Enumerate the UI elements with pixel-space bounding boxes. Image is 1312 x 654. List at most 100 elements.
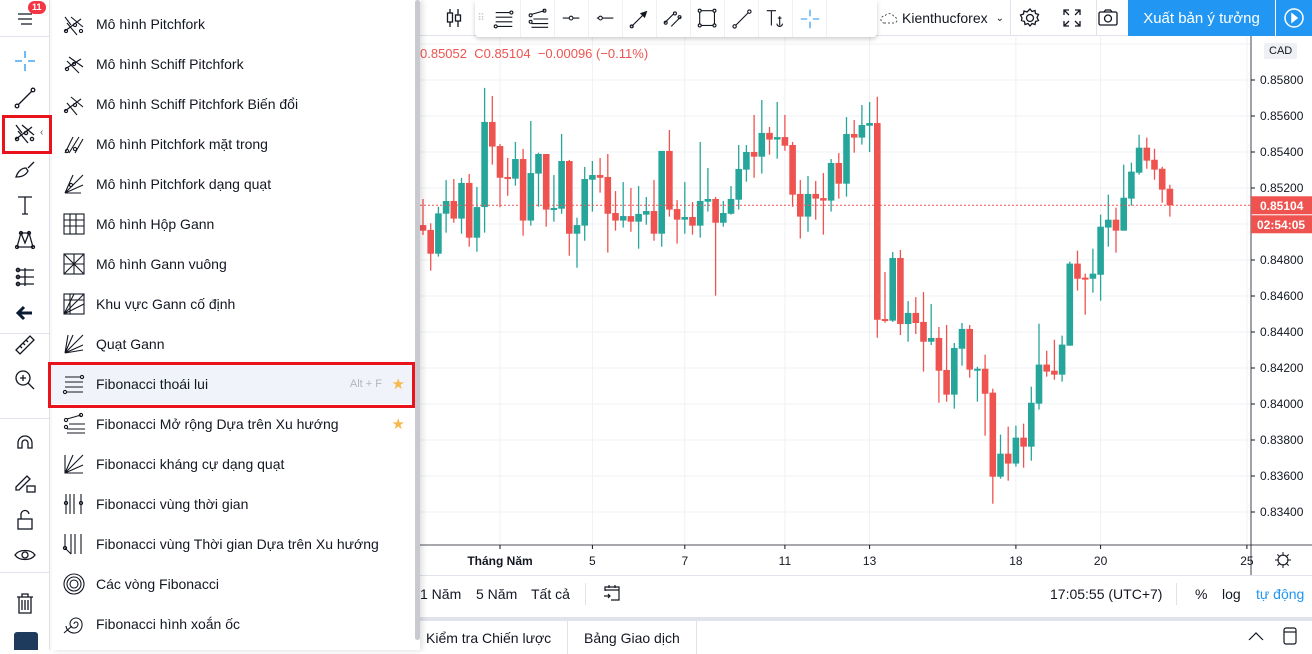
fib-extension-button[interactable] — [521, 0, 555, 37]
candle-body — [1043, 364, 1050, 372]
menu-item[interactable]: Fibonacci Mở rộng Dựa trên Xu hướng ★ — [52, 404, 414, 444]
candles-icon[interactable] — [442, 6, 466, 35]
pitchfan-icon — [64, 174, 84, 194]
crosshair-tool-button[interactable] — [9, 46, 41, 76]
candle-body — [727, 198, 735, 214]
bottom-bar: 1 Năm 5 Năm Tất cả 17:05:55 (UTC+7) % lo… — [420, 575, 1312, 611]
anchored-text-button[interactable] — [759, 0, 793, 37]
menu-item[interactable]: Mô hình Hộp Gann — [52, 204, 414, 244]
unlock-tool-button[interactable] — [9, 505, 41, 535]
candle-body — [812, 193, 819, 199]
range-all[interactable]: Tất cả — [531, 586, 570, 602]
text-tool-button[interactable] — [9, 190, 41, 220]
candle — [504, 157, 511, 196]
fullscreen-icon[interactable] — [1060, 6, 1084, 35]
range-1y[interactable]: 1 Năm — [420, 586, 461, 602]
symbol-selector[interactable]: Kienthucforex ⌄ — [880, 9, 1004, 27]
back-arrow-tool-button[interactable] — [9, 298, 41, 328]
candle — [712, 197, 719, 296]
crosshair-button[interactable] — [793, 0, 827, 37]
candle — [843, 117, 850, 197]
fib-spiral-icon — [61, 611, 87, 637]
log-toggle[interactable]: log — [1222, 586, 1241, 602]
maximize-panel-icon[interactable] — [1282, 626, 1298, 649]
arrow-button[interactable] — [623, 0, 657, 37]
candle-body — [1151, 159, 1158, 170]
currency-label[interactable]: CAD — [1264, 43, 1298, 59]
chevron-up-icon[interactable] — [1246, 629, 1266, 646]
menu-item[interactable]: Khu vực Gann cố định — [52, 284, 414, 324]
candle-body — [904, 312, 912, 325]
highlight-box — [48, 362, 415, 408]
chart-settings-gear-icon[interactable] — [1275, 552, 1291, 568]
parallel-channel-button[interactable] — [657, 0, 691, 37]
brush-tool-button[interactable] — [9, 155, 41, 185]
settings-gear-icon[interactable] — [1018, 6, 1042, 35]
eye-tool-button[interactable] — [9, 540, 41, 570]
menu-item[interactable]: Fibonacci hình xoắn ốc — [52, 604, 414, 644]
menu-scrollbar[interactable] — [415, 0, 420, 640]
candle — [958, 323, 966, 366]
pattern-tool-button[interactable] — [9, 225, 41, 255]
auto-toggle[interactable]: tự động — [1256, 586, 1304, 602]
play-icon[interactable] — [1276, 0, 1312, 36]
menu-item[interactable]: Mô hình Pitchfork mặt trong — [52, 124, 414, 164]
favorite-star-icon[interactable]: ★ — [392, 415, 405, 433]
menu-item-label: Khu vực Gann cố định — [96, 296, 236, 312]
magnet-tool-button[interactable] — [9, 432, 41, 462]
candle-body — [527, 173, 535, 221]
candle-body — [481, 121, 488, 208]
candle-body — [704, 198, 712, 202]
fib-retracement-button[interactable] — [487, 0, 521, 37]
candle — [951, 342, 958, 409]
menu-item[interactable]: Quạt Gann — [52, 324, 414, 364]
candle-body — [558, 161, 565, 209]
zoom-in-tool-button[interactable] — [9, 365, 41, 395]
menu-item[interactable]: Fibonacci vùng thời gian — [52, 484, 414, 524]
horizontal-line-button[interactable] — [589, 0, 623, 37]
menu-item[interactable]: Mô hình Gann vuông — [52, 244, 414, 284]
floating-drawing-toolbar: ⠿ — [475, 0, 877, 37]
candle-body — [635, 213, 642, 222]
fib-time-zone-icon — [63, 494, 84, 514]
trend-line-button[interactable] — [725, 0, 759, 37]
price-chart[interactable]: 0.85800 0.85600 0.85400 0.85200 0.84800 0.846… — [420, 36, 1312, 575]
menu-item[interactable]: Các vòng Fibonacci — [52, 564, 414, 604]
collapse-toolbar-button[interactable] — [14, 632, 38, 650]
candle — [1143, 137, 1151, 169]
horizontal-line-icon — [596, 15, 613, 20]
crosshair-icon — [15, 51, 35, 71]
trash-tool-button[interactable] — [9, 588, 41, 618]
candle — [758, 99, 766, 174]
menu-item[interactable]: Mô hình Pitchfork dạng quạt — [52, 164, 414, 204]
ruler-tool-button[interactable] — [9, 330, 41, 360]
menu-item[interactable]: Mô hình Schiff Pitchfork Biến đổi — [52, 84, 414, 124]
tab-strategy-tester[interactable]: Kiểm tra Chiến lược — [410, 621, 569, 654]
menu-item[interactable]: Mô hình Schiff Pitchfork — [52, 44, 414, 84]
horizontal-ray-button[interactable] — [555, 0, 589, 37]
range-5y[interactable]: 5 Năm — [476, 586, 517, 602]
menu-item[interactable]: Mô hình Pitchfork — [52, 4, 414, 44]
publish-idea-button[interactable]: Xuất bản ý tưởng — [1128, 0, 1275, 36]
menu-item[interactable]: Fibonacci vùng Thời gian Dựa trên Xu hướ… — [52, 524, 414, 564]
prediction-tool-button[interactable] — [9, 262, 41, 292]
drag-handle-icon[interactable]: ⠿ — [475, 0, 487, 37]
rectangle-button[interactable] — [691, 0, 725, 37]
menu-item[interactable]: Fibonacci kháng cự dạng quạt — [52, 444, 414, 484]
go-to-date-icon[interactable] — [602, 583, 622, 606]
candle — [1081, 273, 1089, 315]
price-tick-label: 0.85400 — [1260, 145, 1304, 159]
candle — [427, 223, 434, 271]
percent-toggle[interactable]: % — [1195, 586, 1207, 602]
trend-line-tool-button[interactable] — [9, 83, 41, 113]
candle — [981, 354, 989, 436]
tab-trading-panel[interactable]: Bảng Giao dịch — [568, 621, 697, 654]
bottom-panel-tabs: Kiểm tra Chiến lược Bảng Giao dịch — [420, 617, 1312, 654]
camera-icon[interactable] — [1095, 6, 1120, 35]
candle — [481, 87, 488, 233]
time-tick-label: 18 — [1009, 554, 1023, 568]
clock-time[interactable]: 17:05:55 (UTC+7) — [1050, 586, 1162, 602]
price-tick-label: 0.85600 — [1260, 109, 1304, 123]
lock-drawing-tool-button[interactable] — [9, 467, 41, 497]
ruler-icon — [15, 335, 35, 355]
